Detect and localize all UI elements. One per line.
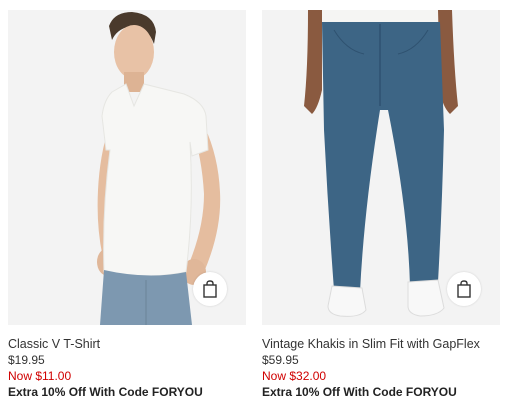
product-sale-price: Now $11.00	[8, 369, 72, 383]
shopping-bag-icon	[457, 280, 471, 298]
product-sale-price: Now $32.00	[262, 369, 327, 383]
product-card: Classic V T-Shirt $19.95 Now $11.00 Extr…	[8, 10, 246, 400]
product-original-price: $19.95	[8, 353, 45, 367]
product-original-price: $59.95	[262, 353, 299, 367]
product-card: Vintage Khakis in Slim Fit with GapFlex …	[262, 10, 500, 400]
shopping-bag-icon	[203, 280, 217, 298]
product-name-link[interactable]: Vintage Khakis in Slim Fit with GapFlex	[262, 336, 500, 352]
product-name-link[interactable]: Classic V T-Shirt	[8, 336, 246, 352]
product-promo-text: Extra 10% Off With Code FORYOU	[8, 385, 203, 399]
add-to-bag-button[interactable]	[193, 272, 227, 306]
add-to-bag-button[interactable]	[447, 272, 481, 306]
product-image-tshirt[interactable]	[8, 10, 246, 325]
product-promo-text: Extra 10% Off With Code FORYOU	[262, 385, 457, 399]
product-image-khakis[interactable]	[262, 10, 500, 325]
